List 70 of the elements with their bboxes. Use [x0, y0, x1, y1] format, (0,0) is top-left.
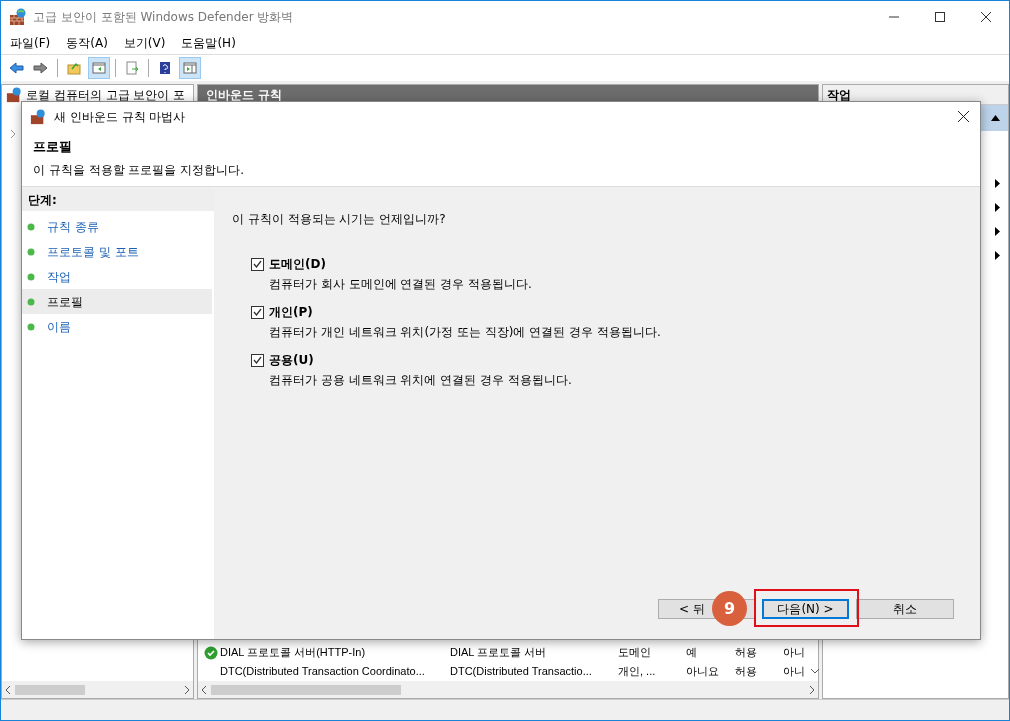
panel-icon [91, 60, 107, 76]
firewall-icon [9, 7, 27, 26]
window-title: 고급 보안이 포함된 Windows Defender 방화벽 [33, 8, 294, 26]
table-cell-text: DIAL 프로토콜 서버(HTTP-In) [220, 645, 367, 661]
chevron-right-icon [10, 129, 16, 139]
wizard-step[interactable]: 규칙 종류 [22, 214, 212, 239]
scroll-left-icon[interactable] [202, 685, 207, 694]
horizontal-scrollbar[interactable] [2, 681, 193, 698]
description-text: 컴퓨터가 공용 네트워크 위치에 연결된 경우 적용됩니다. [268, 372, 573, 389]
table-cell-text: 예 [686, 645, 698, 661]
submenu-arrow-icon[interactable] [995, 179, 1000, 188]
table-cell-text: 도메인 [618, 645, 652, 661]
scroll-right-icon[interactable] [809, 685, 814, 694]
wizard-step[interactable]: 프로토콜 및 포트 [22, 239, 212, 264]
checkbox[interactable] [251, 353, 264, 367]
submenu-arrow-icon[interactable] [995, 251, 1000, 260]
bullet-icon [27, 322, 35, 331]
maximize-icon [935, 11, 945, 22]
scroll-down-icon[interactable] [811, 669, 819, 674]
description-text: 컴퓨터가 개인 네트워크 위치(가정 또는 직장)에 연결된 경우 적용됩니다. [268, 324, 662, 341]
help-icon [157, 60, 173, 76]
table-cell-text: 아니 [783, 645, 806, 661]
submenu-arrow-icon[interactable] [995, 203, 1000, 212]
tree-item[interactable]: 로컬 컴퓨터의 고급 보안이 포 [26, 86, 186, 104]
table-cell-text: 개인, ... [618, 664, 657, 680]
page-heading: 프로필 [33, 138, 73, 156]
scroll-right-icon[interactable] [184, 685, 189, 694]
close-icon [981, 11, 991, 22]
checkbox-label: 도메인(D) [269, 256, 326, 273]
question-text: 이 규칙이 적용되는 시기는 언제입니까? [232, 211, 447, 228]
dialog-title: 새 인바운드 규칙 마법사 [54, 108, 186, 126]
checkbox[interactable] [251, 257, 264, 271]
table-cell-text: 허용 [735, 664, 758, 680]
back-arrow-icon [8, 60, 24, 76]
export-icon [124, 60, 140, 76]
collapse-icon[interactable] [991, 115, 1000, 121]
checkbox-label: 공용(U) [269, 352, 314, 369]
firewall-icon [6, 87, 22, 103]
submenu-arrow-icon[interactable] [995, 227, 1000, 236]
folder-icon [66, 60, 82, 76]
table-cell-text: 허용 [735, 645, 758, 661]
menu-item[interactable]: 동작(A) [61, 34, 113, 52]
wizard-step[interactable]: 이름 [22, 314, 212, 339]
steps-header: 단계: [22, 189, 214, 211]
panel-icon [182, 60, 198, 76]
wizard-step[interactable]: 프로필 [22, 289, 212, 314]
table-cell-text: DIAL 프로토콜 서버 [450, 645, 548, 661]
table-cell-text: DTC(Distributed Transactio... [450, 664, 593, 680]
menu-item[interactable]: 도움말(H) [176, 34, 241, 52]
bullet-icon [27, 247, 35, 256]
next-button[interactable]: 다음(N) > [762, 599, 849, 619]
scroll-left-icon[interactable] [6, 685, 11, 694]
firewall-icon [30, 108, 46, 125]
bullet-icon [27, 222, 35, 231]
bullet-icon [27, 297, 35, 306]
menu-item[interactable]: 파일(F) [5, 34, 56, 52]
horizontal-scrollbar[interactable] [198, 681, 818, 698]
checkbox[interactable] [251, 305, 264, 319]
table-cell-text: DTC(Distributed Transaction Coordinato... [220, 664, 426, 680]
close-icon [957, 111, 969, 122]
table-cell-text: 아니 [783, 664, 806, 680]
page-subtitle: 이 규칙을 적용할 프로필을 지정합니다. [33, 161, 246, 179]
table-cell-text: 아니요 [686, 664, 720, 680]
description-text: 컴퓨터가 회사 도메인에 연결된 경우 적용됩니다. [268, 276, 533, 293]
bullet-icon [27, 272, 35, 281]
forward-arrow-icon [33, 60, 49, 76]
checkbox-label: 개인(P) [269, 304, 313, 321]
cancel-button[interactable]: 취소 [856, 599, 954, 619]
menu-item[interactable]: 보기(V) [118, 34, 171, 52]
wizard-step[interactable]: 작업 [22, 264, 212, 289]
